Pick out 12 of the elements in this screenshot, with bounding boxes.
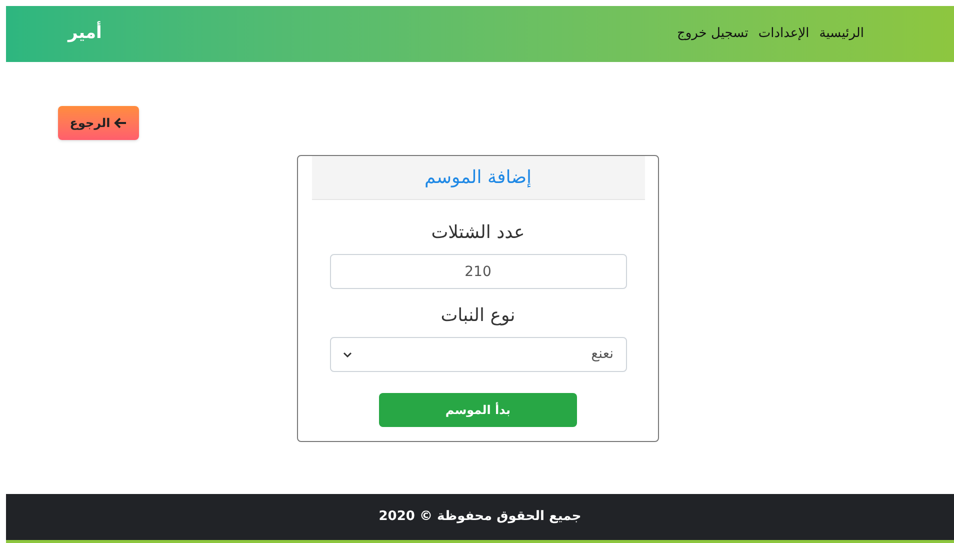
nav-link[interactable]: الرئيسية <box>819 24 864 44</box>
plant-type-dropdown[interactable]: نعنع <box>330 337 626 372</box>
form-title: إضافة الموسم <box>424 166 532 190</box>
back-button[interactable]: الرجوع <box>58 106 139 140</box>
field-label: عدد الشتلات <box>431 221 525 245</box>
nav-link[interactable]: تسجيل خروج <box>676 24 748 44</box>
field-label: نوع النبات <box>440 304 516 328</box>
chevron-down-icon <box>342 352 352 358</box>
seedling-count-field[interactable]: 210 <box>330 254 626 289</box>
arrow-left-icon <box>114 117 128 129</box>
copyright-text: جميع الحقوق محفوظة © 2020 <box>378 508 582 526</box>
nav-link[interactable]: الإعدادات <box>758 24 810 44</box>
